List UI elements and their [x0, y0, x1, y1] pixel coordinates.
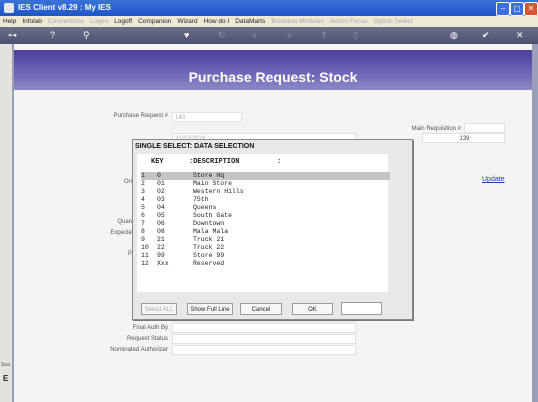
- minimize-button[interactable]: –: [496, 2, 510, 16]
- list-item[interactable]: 3 02 Western Hills: [141, 188, 391, 196]
- update-link[interactable]: Update: [482, 176, 505, 183]
- final-auth-field[interactable]: [172, 323, 356, 333]
- purchase-request-label: Purchase Request #: [113, 113, 168, 119]
- dialog-scrollbar[interactable]: [390, 154, 408, 292]
- purchase-request-field[interactable]: 140: [172, 112, 242, 122]
- list-item[interactable]: 4 03 75th: [141, 196, 391, 204]
- list-item[interactable]: 5 04 Queens: [141, 204, 391, 212]
- quantity-label: Quan: [117, 219, 132, 225]
- list-item[interactable]: 6 05 South Gate: [141, 212, 391, 220]
- nominated-authorizer-field[interactable]: [172, 345, 356, 355]
- menu-option-select: Option Select: [373, 18, 413, 25]
- title-bar: IES Client v8.29 : My IES – ▢ ✕: [0, 0, 538, 16]
- menu-bar: Help Infolab Connections Logon Logoff Co…: [0, 16, 538, 27]
- list-item[interactable]: 1 0 Store Hq: [141, 172, 391, 180]
- upload-icon[interactable]: ⇑: [320, 30, 328, 41]
- forward-icon[interactable]: »: [287, 30, 292, 41]
- page-title: Purchase Request: Stock: [188, 69, 358, 85]
- menu-datamarts[interactable]: DataMarts: [232, 18, 268, 25]
- help-icon[interactable]: ?: [50, 30, 55, 41]
- menu-companion[interactable]: Companion: [135, 18, 174, 25]
- menu-action-focus: Action Focus: [329, 18, 368, 25]
- window-title: IES Client v8.29 : My IES: [18, 3, 111, 12]
- main-requisition-label: Main Requisition #: [411, 126, 461, 132]
- data-selection-dialog: SINGLE SELECT: DATA SELECTION KEY :DESCR…: [132, 139, 413, 320]
- select-all-button[interactable]: Select ALL: [141, 303, 177, 315]
- key-icon[interactable]: ⊶: [8, 30, 17, 41]
- side-icon[interactable]: E: [3, 374, 8, 383]
- menu-business-modules: Business Modules: [271, 18, 324, 25]
- side-label: Sea: [1, 362, 10, 368]
- list-item[interactable]: 9 21 Truck 21: [141, 236, 391, 244]
- final-auth-label: Final Auth By: [132, 325, 168, 331]
- list-item[interactable]: 11 99 Store 99: [141, 252, 391, 260]
- toolbar: ⊶ ? ⚲ ♥ ↻ « » ⇑ ▯ ◍ ✔ ✕: [0, 27, 538, 44]
- show-full-line-button[interactable]: Show Full Line: [187, 303, 233, 315]
- list-item[interactable]: 10 22 Truck 22: [141, 244, 391, 252]
- maximize-button[interactable]: ▢: [510, 2, 524, 16]
- globe-icon[interactable]: ◍: [450, 30, 458, 41]
- cancel-button[interactable]: Cancel: [240, 303, 282, 315]
- list-item[interactable]: 7 06 Downtown: [141, 220, 391, 228]
- side-strip: Sea E: [0, 44, 12, 402]
- check-icon[interactable]: ✔: [482, 30, 490, 41]
- nominated-authorizer-label: Nominated Authorizer: [110, 347, 168, 353]
- menu-help[interactable]: Help: [0, 18, 19, 25]
- menu-logoff[interactable]: Logoff: [111, 18, 135, 25]
- refresh-icon[interactable]: ↻: [218, 30, 226, 41]
- list-item[interactable]: 12 Xxx Reserved: [141, 260, 391, 268]
- list-item[interactable]: 2 01 Main Store: [141, 180, 391, 188]
- close-window-button[interactable]: ✕: [524, 2, 538, 16]
- column-header-key: KEY: [151, 158, 164, 166]
- app-icon: [4, 3, 14, 13]
- document-icon[interactable]: ▯: [353, 30, 358, 41]
- selection-list[interactable]: KEY :DESCRIPTION : 1 0 Store Hq 2 01 Main St…: [137, 154, 391, 292]
- menu-wizard[interactable]: Wizard: [174, 18, 200, 25]
- other-ref-field[interactable]: 139: [422, 133, 505, 143]
- list-item[interactable]: 8 08 Mala Mala: [141, 228, 391, 236]
- column-header-separator: :: [277, 158, 282, 166]
- page-banner: Purchase Request: Stock: [14, 50, 532, 90]
- menu-infolab[interactable]: Infolab: [19, 18, 45, 25]
- expected-label: Expecte: [110, 230, 132, 236]
- close-icon[interactable]: ✕: [516, 30, 524, 41]
- menu-connections: Connections: [47, 18, 85, 25]
- heart-icon[interactable]: ♥: [184, 30, 189, 41]
- column-header-description: :DESCRIPTION: [189, 158, 240, 166]
- origin-label: Ori: [124, 179, 132, 185]
- rewind-icon[interactable]: «: [252, 30, 257, 41]
- dialog-title: SINGLE SELECT: DATA SELECTION: [135, 143, 255, 150]
- p-label: P: [127, 251, 132, 257]
- filter-input[interactable]: [341, 302, 382, 315]
- request-status-field[interactable]: [172, 334, 356, 344]
- menu-logon: Logon: [90, 18, 109, 25]
- search-icon[interactable]: ⚲: [83, 30, 90, 41]
- menu-how-do-i[interactable]: How do I: [201, 18, 233, 25]
- request-status-label: Request Status: [126, 336, 168, 342]
- main-requisition-field[interactable]: [464, 123, 505, 133]
- ok-button[interactable]: OK: [292, 303, 333, 315]
